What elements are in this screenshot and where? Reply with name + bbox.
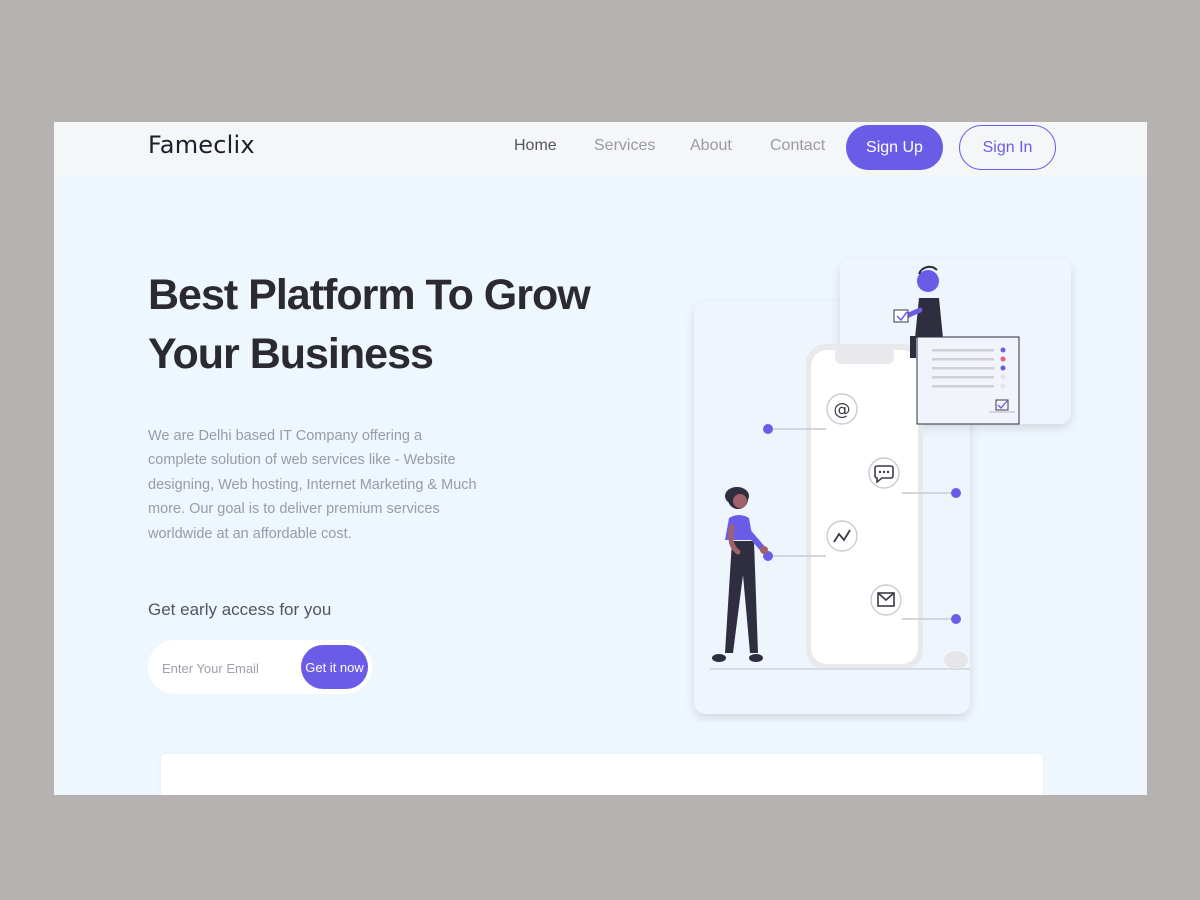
page-frame: Fameclix Home Services About Contact Sig…	[54, 122, 1147, 795]
phone-notch	[835, 348, 894, 364]
connector-dot	[951, 488, 961, 498]
connector-dot	[951, 614, 961, 624]
hero-title: Best Platform To Grow Your Business	[148, 266, 618, 384]
nav-about[interactable]: About	[690, 137, 732, 155]
connector-dot	[763, 424, 773, 434]
chat-bubble-icon	[868, 457, 900, 489]
nav-services[interactable]: Services	[594, 137, 655, 155]
nav-contact[interactable]: Contact	[770, 137, 825, 155]
mail-icon	[870, 584, 902, 616]
get-it-now-button[interactable]: Get it now	[301, 645, 368, 689]
hero-illustration: @	[694, 259, 1071, 714]
sign-up-button[interactable]: Sign Up	[846, 125, 943, 170]
svg-text:@: @	[834, 400, 851, 420]
email-signup-box: Get it now	[148, 640, 372, 694]
nav-home[interactable]: Home	[514, 137, 557, 155]
hero-title-line-1: Best Platform To Grow	[148, 271, 591, 319]
phone-screen	[811, 350, 918, 664]
trend-line-icon	[826, 520, 858, 552]
bottom-content-card	[161, 754, 1043, 795]
hero-title-line-2: Your Business	[148, 330, 434, 378]
brand-logo[interactable]: Fameclix	[148, 131, 255, 159]
early-access-heading: Get early access for you	[148, 600, 332, 619]
at-sign-icon: @	[826, 393, 858, 425]
sign-in-button[interactable]: Sign In	[959, 125, 1056, 170]
top-navbar: Fameclix Home Services About Contact Sig…	[54, 122, 1147, 176]
hero-description: We are Delhi based IT Company offering a…	[148, 428, 477, 542]
checklist-panel	[916, 336, 1020, 425]
email-input[interactable]	[160, 656, 299, 680]
